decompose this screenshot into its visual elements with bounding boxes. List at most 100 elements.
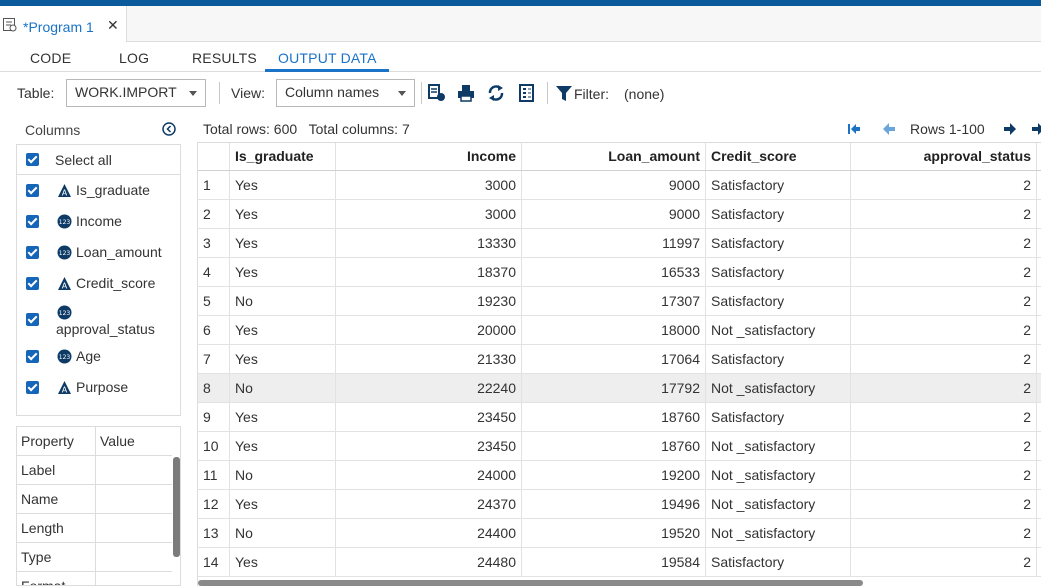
table-cell[interactable]: 9000 [522,171,706,199]
filter-label[interactable]: Filter: [574,86,609,102]
row-number-cell[interactable]: 11 [198,461,230,489]
table-cell[interactable]: Yes [230,200,336,228]
table-cell[interactable]: 18000 [522,316,706,344]
table-cell[interactable]: Satisfactory [706,171,851,199]
table-cell[interactable]: Satisfactory [706,345,851,373]
horizontal-scrollbar[interactable] [198,580,863,586]
table-cell[interactable]: Satisfactory [706,258,851,286]
table-cell[interactable]: Yes [230,490,336,518]
columns-icon[interactable] [518,84,536,102]
table-cell[interactable]: 13330 [336,229,522,257]
table-cell[interactable]: Not _satisfactory [706,374,851,402]
table-cell[interactable]: 11997 [522,229,706,257]
column-item-approval-status[interactable]: 123 approval_status [17,301,180,339]
table-cell[interactable]: 17792 [522,374,706,402]
last-page-icon[interactable] [1031,122,1041,136]
table-cell[interactable]: Not _satisfactory [706,316,851,344]
tab-code[interactable]: CODE [30,50,71,66]
table-cell[interactable]: 2 [851,490,1037,518]
table-cell[interactable]: 19496 [522,490,706,518]
table-cell[interactable]: 2 [851,461,1037,489]
tab-log[interactable]: LOG [119,50,149,66]
property-scrollbar[interactable] [173,457,180,557]
table-row[interactable]: 5 No 19230 17307 Satisfactory 2 [198,287,1041,316]
table-cell[interactable]: 18760 [522,432,706,460]
table-cell[interactable]: 21330 [336,345,522,373]
column-item-purpose[interactable]: A Purpose [17,372,180,402]
filter-icon[interactable] [555,85,573,103]
next-page-icon[interactable] [1003,122,1017,136]
refresh-icon[interactable] [487,84,505,102]
table-cell[interactable]: No [230,287,336,315]
table-row[interactable]: 9 Yes 23450 18760 Satisfactory 2 [198,403,1041,432]
row-number-cell[interactable]: 8 [198,374,230,402]
table-row[interactable]: 6 Yes 20000 18000 Not _satisfactory 2 [198,316,1041,345]
table-cell[interactable]: 24400 [336,519,522,547]
table-cell[interactable]: Yes [230,171,336,199]
table-row[interactable]: 12 Yes 24370 19496 Not _satisfactory 2 [198,490,1041,519]
table-cell[interactable]: 2 [851,258,1037,286]
column-header[interactable]: Loan_amount [522,143,706,170]
table-cell[interactable]: 19200 [522,461,706,489]
table-properties-icon[interactable] [428,84,446,102]
close-icon[interactable]: ✕ [107,17,119,34]
program-tab-title[interactable]: *Program 1 [23,19,94,35]
table-cell[interactable]: Satisfactory [706,287,851,315]
table-cell[interactable]: 18760 [522,403,706,431]
table-cell[interactable]: 2 [851,200,1037,228]
table-cell[interactable]: 2 [851,316,1037,344]
table-cell[interactable]: 17307 [522,287,706,315]
table-cell[interactable]: Not _satisfactory [706,432,851,460]
table-cell[interactable]: Yes [230,229,336,257]
collapse-panel-icon[interactable] [162,122,176,136]
first-page-icon[interactable] [847,122,861,136]
table-cell[interactable]: Yes [230,548,336,576]
table-cell[interactable]: Yes [230,432,336,460]
table-cell[interactable]: Yes [230,345,336,373]
table-row[interactable]: 11 No 24000 19200 Not _satisfactory 2 [198,461,1041,490]
table-cell[interactable]: Satisfactory [706,403,851,431]
table-cell[interactable]: Yes [230,258,336,286]
tab-results[interactable]: RESULTS [192,50,257,66]
column-checkbox[interactable] [26,350,39,363]
table-cell[interactable]: Yes [230,316,336,344]
column-header[interactable]: approval_status [851,143,1037,170]
row-number-cell[interactable]: 3 [198,229,230,257]
program-tab[interactable]: *Program 1 ✕ [0,6,127,42]
table-cell[interactable]: 2 [851,519,1037,547]
column-checkbox[interactable] [26,246,39,259]
table-cell[interactable]: Not _satisfactory [706,490,851,518]
column-checkbox[interactable] [26,381,39,394]
table-row[interactable]: 4 Yes 18370 16533 Satisfactory 2 [198,258,1041,287]
row-number-cell[interactable]: 14 [198,548,230,576]
table-cell[interactable]: 9000 [522,200,706,228]
table-cell[interactable]: Yes [230,403,336,431]
row-number-cell[interactable]: 7 [198,345,230,373]
table-cell[interactable]: 2 [851,403,1037,431]
table-row[interactable]: 14 Yes 24480 19584 Satisfactory 2 [198,548,1041,577]
table-cell[interactable]: 23450 [336,432,522,460]
table-cell[interactable]: 16533 [522,258,706,286]
row-number-cell[interactable]: 13 [198,519,230,547]
column-header[interactable]: Credit_score [706,143,851,170]
table-cell[interactable]: 22240 [336,374,522,402]
table-cell[interactable]: 2 [851,229,1037,257]
select-all-checkbox[interactable] [26,153,39,166]
table-cell[interactable]: 23450 [336,403,522,431]
table-cell[interactable]: 3000 [336,200,522,228]
table-row[interactable]: 7 Yes 21330 17064 Satisfactory 2 [198,345,1041,374]
table-cell[interactable]: 3000 [336,171,522,199]
row-number-cell[interactable]: 6 [198,316,230,344]
table-cell[interactable]: 17064 [522,345,706,373]
column-checkbox[interactable] [26,313,39,326]
table-row[interactable]: 1 Yes 3000 9000 Satisfactory 2 [198,171,1041,200]
table-select[interactable]: WORK.IMPORT [66,79,206,107]
row-number-cell[interactable]: 1 [198,171,230,199]
table-cell[interactable]: 24480 [336,548,522,576]
row-number-cell[interactable]: 12 [198,490,230,518]
row-number-cell[interactable]: 5 [198,287,230,315]
table-cell[interactable]: Satisfactory [706,548,851,576]
table-cell[interactable]: Not _satisfactory [706,461,851,489]
table-cell[interactable]: 18370 [336,258,522,286]
table-cell[interactable]: 20000 [336,316,522,344]
